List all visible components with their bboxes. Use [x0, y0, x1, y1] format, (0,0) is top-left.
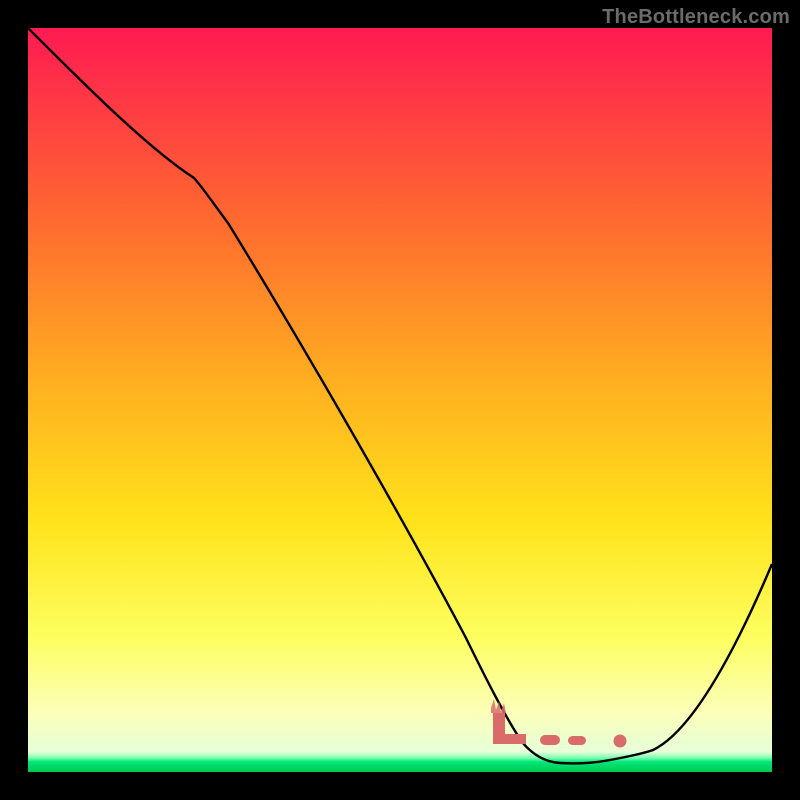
marker-L	[493, 713, 526, 744]
bottleneck-curve	[28, 28, 772, 763]
marker-dash-2	[568, 736, 586, 745]
curve-svg	[28, 28, 772, 772]
watermark-text: TheBottleneck.com	[602, 6, 790, 29]
marker-dash-1	[540, 735, 560, 745]
marker-dot	[614, 735, 627, 748]
chart-frame	[28, 28, 772, 772]
